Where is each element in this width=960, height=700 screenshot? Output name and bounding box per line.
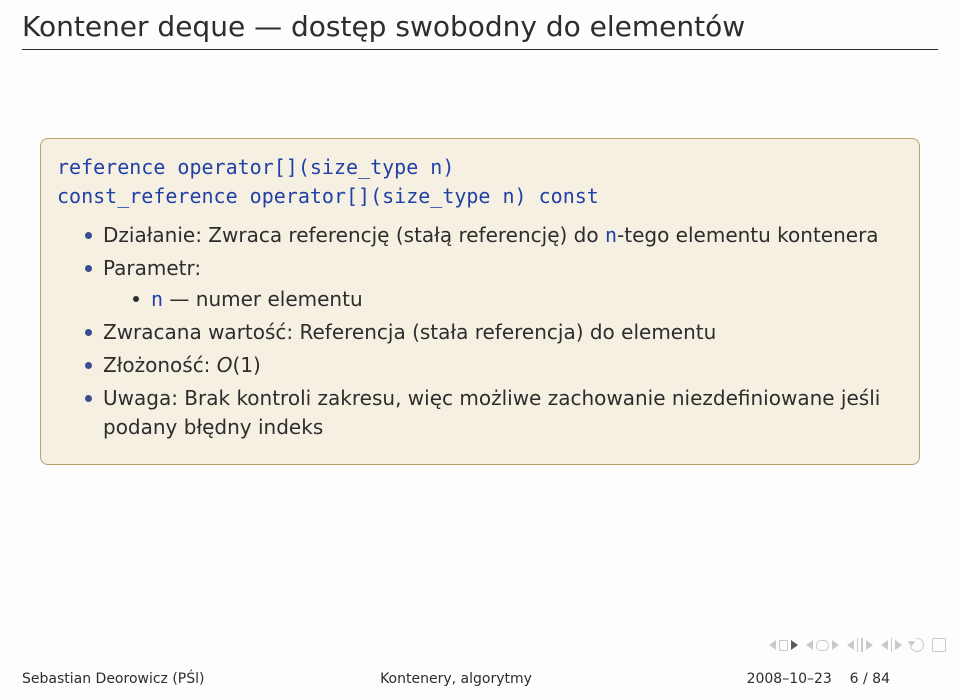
code-line-2: const_reference operator[](size_type n) …	[57, 184, 599, 208]
code-block: reference operator[](size_type n) const_…	[57, 153, 903, 211]
slide-title: Kontener deque — dostęp swobodny do elem…	[22, 10, 938, 43]
sub-bullet-n: n — numer elementu	[133, 285, 903, 314]
replay-icon[interactable]	[907, 635, 927, 655]
triangle-right-icon	[866, 640, 873, 650]
slide: Kontener deque — dostęp swobodny do elem…	[0, 0, 960, 700]
nav-section-prev-next[interactable]	[847, 638, 873, 652]
footer-title: Kontenery, algorytmy	[311, 671, 600, 687]
inline-code-n: n	[151, 287, 163, 311]
math-o: O	[217, 353, 233, 377]
search-icon[interactable]	[932, 638, 946, 652]
footer-date-page: 2008–10–23 6 / 84	[601, 671, 890, 687]
text: Działanie: Zwraca referencję (stałą refe…	[103, 223, 605, 247]
footer-page: 6 / 84	[850, 671, 890, 687]
nav-subsection-prev-next[interactable]	[881, 638, 903, 652]
triangle-left-icon	[769, 640, 776, 650]
sub-bullet-list: n — numer elementu	[103, 285, 903, 314]
triangle-right-icon	[895, 640, 902, 650]
beamer-block: reference operator[](size_type n) const_…	[40, 138, 920, 465]
triangle-right-icon	[791, 640, 798, 650]
bar-icon	[861, 638, 863, 652]
bullet-uwaga: Uwaga: Brak kontroli zakresu, więc możli…	[85, 384, 903, 442]
title-bar: Kontener deque — dostęp swobodny do elem…	[0, 0, 960, 56]
triangle-left-icon	[881, 640, 888, 650]
bullet-list: Działanie: Zwraca referencję (stałą refe…	[57, 221, 903, 442]
bullet-zwracana: Zwracana wartość: Referencja (stała refe…	[85, 318, 903, 347]
triangle-left-icon	[847, 640, 854, 650]
bullet-dzialanie: Działanie: Zwraca referencję (stałą refe…	[85, 221, 903, 250]
title-rule	[22, 49, 938, 50]
beamer-nav	[769, 638, 947, 652]
text: -tego elementu kontenera	[617, 223, 879, 247]
bullet-parametr: Parametr: n — numer elementu	[85, 254, 903, 314]
footer: Sebastian Deorowicz (PŚl) Kontenery, alg…	[0, 658, 960, 700]
triangle-left-icon	[806, 640, 813, 650]
text: Parametr:	[103, 256, 201, 280]
text: (1)	[233, 353, 261, 377]
triangle-right-icon	[832, 640, 839, 650]
bullet-zlozonosc: Złożoność: O(1)	[85, 351, 903, 380]
footer-author: Sebastian Deorowicz (PŚl)	[22, 671, 311, 687]
nav-frame-prev-next[interactable]	[806, 640, 839, 651]
text: Złożoność:	[103, 353, 217, 377]
bar-icon	[891, 638, 893, 652]
nav-slide-prev-next[interactable]	[769, 640, 798, 651]
footer-date: 2008–10–23	[747, 671, 832, 687]
inline-code-n: n	[605, 223, 617, 247]
code-line-1: reference operator[](size_type n)	[57, 155, 454, 179]
frame-icon	[816, 640, 829, 651]
square-icon	[779, 640, 788, 651]
content-area: reference operator[](size_type n) const_…	[0, 56, 960, 465]
text: — numer elementu	[163, 287, 363, 311]
bar-icon	[857, 638, 859, 652]
